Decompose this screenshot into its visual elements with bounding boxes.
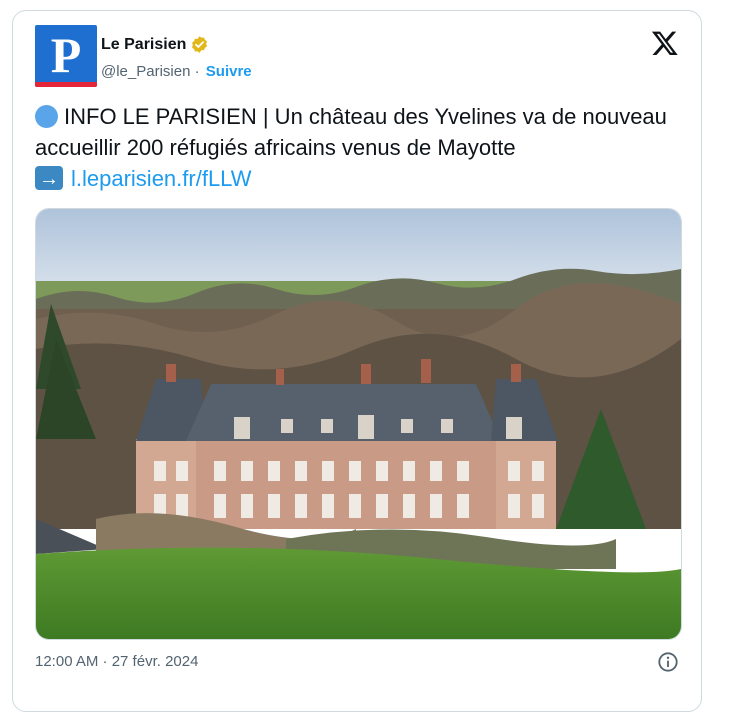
- follow-button[interactable]: Suivre: [206, 63, 252, 80]
- avatar-letter: P: [50, 27, 82, 83]
- blue-circle-emoji: [35, 105, 58, 128]
- tweet-card[interactable]: P Le Parisien @le_Parisien · Suivre INFO…: [12, 10, 702, 712]
- separator-dot: ·: [194, 63, 200, 80]
- handle-row: @le_Parisien · Suivre: [101, 63, 252, 80]
- author-name-row: Le Parisien: [101, 35, 209, 54]
- chateau-photo-illustration: [36, 209, 681, 639]
- tweet-text-body: INFO LE PARISIEN | Un château des Yvelin…: [35, 104, 667, 160]
- author-handle[interactable]: @le_Parisien: [101, 63, 190, 80]
- info-icon[interactable]: [657, 651, 679, 673]
- tweet-photo[interactable]: [35, 208, 682, 640]
- author-name[interactable]: Le Parisien: [101, 36, 186, 54]
- right-arrow-emoji: →: [35, 166, 63, 190]
- verified-badge-icon: [192, 36, 208, 53]
- avatar[interactable]: P: [35, 25, 97, 87]
- tweet-text: INFO LE PARISIEN | Un château des Yvelin…: [35, 101, 685, 194]
- avatar-red-bar: [35, 82, 97, 87]
- tweet-link[interactable]: l.leparisien.fr/fLLW: [71, 166, 252, 191]
- timestamp[interactable]: 12:00 AM · 27 févr. 2024: [35, 653, 198, 670]
- x-logo-icon[interactable]: [651, 29, 679, 57]
